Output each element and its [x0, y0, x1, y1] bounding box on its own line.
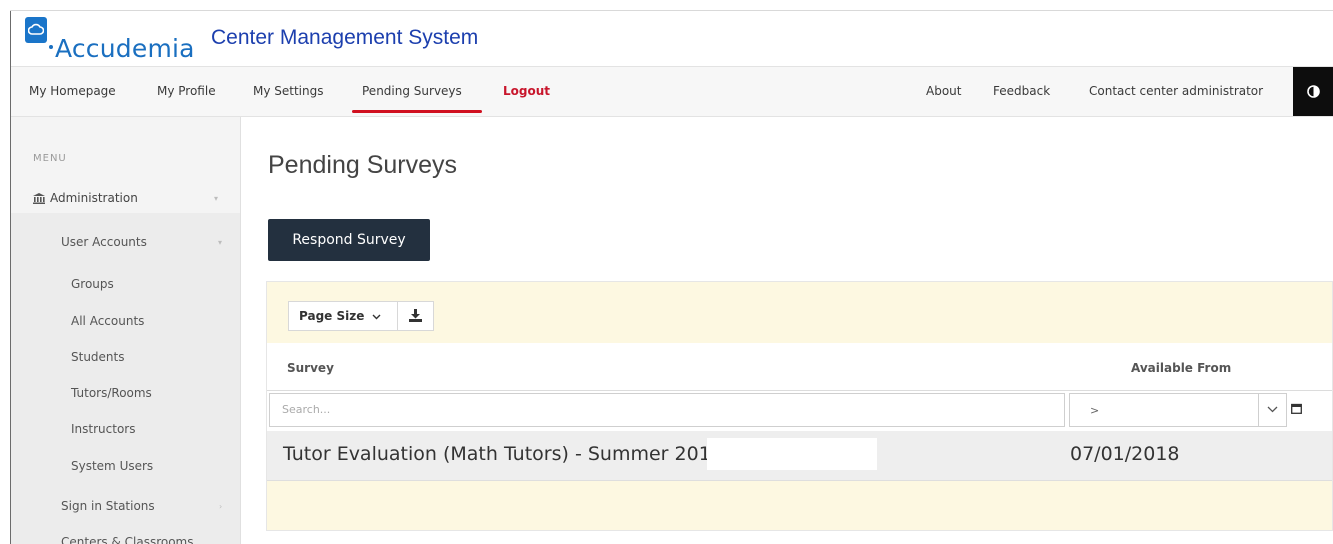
bank-icon [33, 193, 45, 204]
chevron-right-icon: › [219, 502, 223, 511]
sidebar-group-centers-classrooms[interactable]: Centers & Classrooms [61, 535, 194, 544]
contrast-icon [1307, 85, 1320, 98]
export-button[interactable] [398, 302, 433, 330]
nav-feedback[interactable]: Feedback [993, 84, 1050, 98]
nav-my-homepage[interactable]: My Homepage [29, 84, 116, 98]
nav-about[interactable]: About [926, 84, 961, 98]
accudemia-logo[interactable]: Accudemia [25, 17, 215, 63]
active-tab-indicator [352, 110, 482, 113]
survey-search-input[interactable]: Search... [269, 393, 1065, 427]
grid-filter-row: Search... > [267, 391, 1332, 431]
grid-header: Survey Available From [267, 343, 1332, 391]
column-header-available-from[interactable]: Available From [1131, 361, 1231, 375]
survey-grid-panel: Page Size Survey Available From Search..… [266, 281, 1333, 531]
main-content: Pending Surveys Respond Survey Page Size… [242, 117, 1333, 544]
sidebar-item-all-accounts[interactable]: All Accounts [71, 314, 144, 328]
survey-name-cell: Tutor Evaluation (Math Tutors) - Summer … [283, 443, 723, 465]
table-row[interactable]: Tutor Evaluation (Math Tutors) - Summer … [267, 431, 1332, 481]
chevron-down-icon [1267, 406, 1278, 413]
logo-dot [49, 45, 53, 49]
nav-logout[interactable]: Logout [503, 84, 550, 98]
respond-survey-button[interactable]: Respond Survey [268, 219, 430, 261]
redacted-area [707, 438, 877, 470]
sidebar-item-tutors-rooms[interactable]: Tutors/Rooms [71, 386, 152, 400]
date-operator-dropdown[interactable] [1258, 394, 1286, 426]
page-size-label: Page Size [299, 309, 365, 323]
window-top-margin [0, 0, 1333, 10]
sidebar-item-system-users[interactable]: System Users [71, 459, 153, 473]
sidebar: MENU Administration ▾ User Accounts ▾ Gr… [11, 117, 241, 544]
chevron-down-icon: ▾ [218, 238, 223, 247]
chevron-down-icon [372, 314, 381, 319]
sidebar-group-user-accounts[interactable]: User Accounts [61, 235, 147, 249]
sidebar-item-students[interactable]: Students [71, 350, 125, 364]
grid-toolbar: Page Size [288, 301, 434, 331]
nav-pending-surveys[interactable]: Pending Surveys [362, 84, 462, 98]
available-from-cell: 07/01/2018 [1070, 443, 1180, 465]
available-from-filter[interactable]: > [1069, 393, 1287, 427]
sidebar-group-sign-in-stations[interactable]: Sign in Stations [61, 499, 155, 513]
page-size-dropdown[interactable]: Page Size [289, 302, 398, 330]
sidebar-item-groups[interactable]: Groups [71, 277, 114, 291]
sidebar-item-instructors[interactable]: Instructors [71, 422, 135, 436]
date-filter-operator: > [1090, 404, 1100, 417]
chevron-down-icon: ▾ [214, 194, 219, 203]
download-icon [409, 309, 422, 322]
brand-name: Accudemia [55, 34, 195, 63]
nav-contact-admin[interactable]: Contact center administrator [1089, 84, 1263, 98]
calendar-icon[interactable] [1291, 403, 1302, 414]
top-navigation: My Homepage My Profile My Settings Pendi… [11, 66, 1333, 117]
nav-my-settings[interactable]: My Settings [253, 84, 324, 98]
sidebar-submenu [11, 213, 240, 544]
page-title: Pending Surveys [268, 151, 458, 179]
contrast-toggle-button[interactable] [1293, 67, 1333, 116]
sidebar-section-administration[interactable]: Administration [50, 191, 138, 205]
app-header: Accudemia Center Management System [11, 11, 1333, 66]
column-header-survey[interactable]: Survey [287, 361, 334, 375]
cloud-icon [25, 17, 47, 43]
app-title: Center Management System [211, 26, 479, 49]
menu-label: MENU [33, 153, 67, 164]
nav-my-profile[interactable]: My Profile [157, 84, 216, 98]
